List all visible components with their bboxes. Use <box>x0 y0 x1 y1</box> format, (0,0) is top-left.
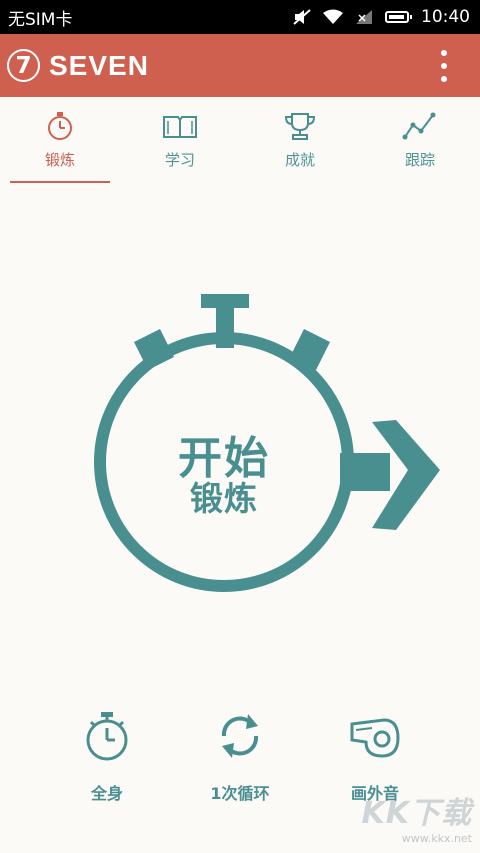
option-label: 全身 <box>90 784 123 803</box>
book-icon <box>163 116 197 138</box>
tab-label: 学习 <box>164 151 195 169</box>
status-bar: 无SIM卡 10:40 <box>0 0 480 34</box>
tab-tracking[interactable]: 跟踪 <box>360 97 480 185</box>
wifi-icon <box>323 9 343 25</box>
logo-digit: 7 <box>15 52 32 79</box>
tab-label: 跟踪 <box>404 151 435 169</box>
whistle-icon <box>350 718 400 758</box>
watermark: KK下载 www.kkx.net <box>362 788 473 845</box>
tab-bar: 锻炼 学习 成就 跟踪 <box>0 97 480 185</box>
stopwatch-icon <box>48 112 72 140</box>
tab-workout[interactable]: 锻炼 <box>0 97 120 185</box>
carrier-text: 无SIM卡 <box>8 9 73 30</box>
menu-dot-icon <box>441 76 447 82</box>
app-bar: 7 SEVEN <box>0 34 480 97</box>
clock-text: 10:40 <box>421 7 470 27</box>
option-full-body[interactable]: 全身 <box>47 710 167 804</box>
tab-achievements[interactable]: 成就 <box>240 97 360 185</box>
repeat-icon <box>221 714 259 758</box>
battery-icon <box>385 11 412 23</box>
watermark-url: www.kkx.net <box>401 832 472 845</box>
signal-icon <box>355 9 373 25</box>
option-cycles[interactable]: 1次循环 <box>180 710 300 804</box>
overflow-menu-button[interactable] <box>434 50 454 82</box>
menu-dot-icon <box>441 63 447 69</box>
status-icons: 10:40 <box>293 7 470 27</box>
tab-learn[interactable]: 学习 <box>120 97 240 185</box>
app-logo: 7 <box>7 49 40 82</box>
option-label: 1次循环 <box>210 784 270 803</box>
start-workout-button[interactable]: 开始 锻炼 <box>90 292 450 612</box>
trend-line-icon <box>402 112 436 140</box>
tab-label: 成就 <box>284 151 315 169</box>
menu-dot-icon <box>441 50 447 56</box>
app-title: SEVEN <box>49 49 149 81</box>
stopwatch-icon <box>86 712 128 761</box>
trophy-icon <box>284 113 316 140</box>
mute-icon <box>293 9 311 25</box>
watermark-brand: KK下载 <box>361 796 472 831</box>
start-label-line2: 锻炼 <box>190 479 258 518</box>
tab-label: 锻炼 <box>44 151 75 169</box>
